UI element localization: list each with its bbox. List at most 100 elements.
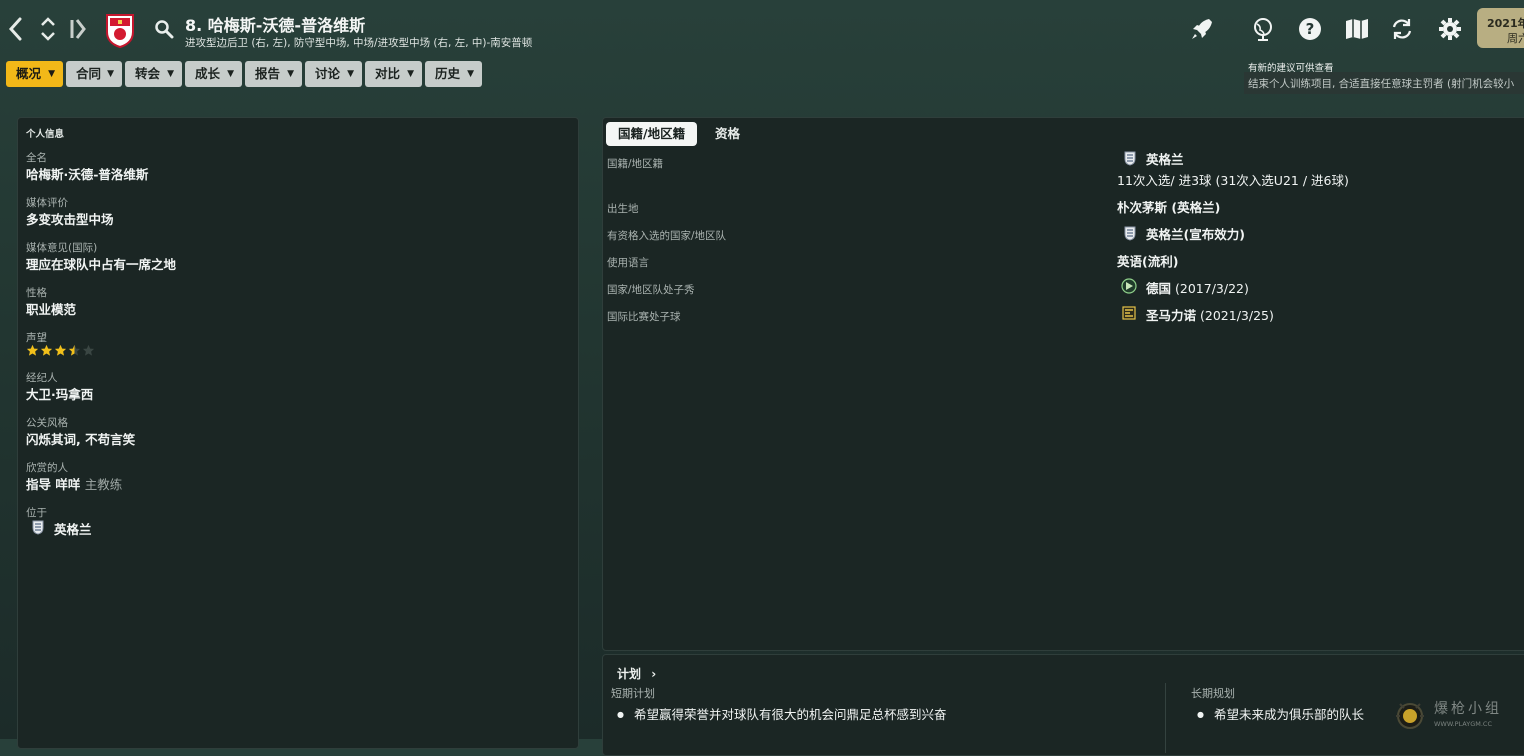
rocket-icon[interactable] [1189,16,1215,42]
plans-header[interactable]: 计划 › [617,665,656,682]
based-label: 位于 [26,507,47,519]
chevron-down-icon: ▼ [227,69,234,79]
tab-transfer[interactable]: 转会 ▼ [125,61,182,87]
media-desc-value: 多变攻击型中场 [26,212,114,227]
caps-value: 11次入选/ 进3球 (31次入选U21 / 进6球) [1117,173,1349,188]
germany-badge-icon [1121,278,1137,294]
tab-discuss[interactable]: 讨论 ▼ [305,61,362,87]
tab-nationality[interactable]: 国籍/地区籍 [606,122,698,146]
short-term-label: 短期计划 [611,687,655,700]
help-icon[interactable]: ? [1297,16,1323,42]
full-name-value: 哈梅斯·沃德-普洛维斯 [26,167,149,182]
star-icon [26,344,39,356]
eligible-value[interactable]: 英格兰(宣布效力) [1146,224,1245,243]
skip-icon [70,19,86,39]
media-opinion-label: 媒体意见(国际) [26,242,98,254]
favored-role: 主教练 [84,477,123,492]
tab-history[interactable]: 历史 ▼ [425,61,482,87]
long-term-label: 长期规划 [1191,687,1235,700]
full-name-label: 全名 [26,152,47,164]
star-icon [68,344,81,356]
favored-name[interactable]: 指导 咩咩 [26,477,80,492]
birthplace-value[interactable]: 朴次茅斯 (英格兰) [1117,197,1220,216]
svg-text:?: ? [1306,20,1315,38]
plans-title: 计划 [617,667,642,681]
tab-compare[interactable]: 对比 ▼ [365,61,422,87]
based-value[interactable]: 英格兰 [54,519,92,538]
star-icon [82,344,95,356]
reputation-stars [26,344,106,358]
media-opinion-value: 理应在球队中占有一席之地 [26,257,177,272]
media-desc-label: 媒体评价 [26,197,68,209]
debut-team[interactable]: 德国 [1146,281,1171,296]
goal-team[interactable]: 圣马力诺 [1146,308,1196,323]
nationality-panel: 国籍/地区籍 资格 国籍/地区籍 英格兰 11次入选/ 进3球 (31次入选U2… [602,117,1524,651]
tab-overview[interactable]: 概况 ▼ [6,61,63,87]
star-icon [40,344,53,356]
refresh-icon[interactable] [1389,16,1415,42]
notice-box[interactable]: 结束个人训练项目, 合适直接任意球主罚者 (射门机会较小 [1244,72,1524,94]
plans-panel: 计划 › 短期计划 希望赢得荣誉并对球队有很大的机会问鼎足总杯感到兴奋 长期规划… [602,654,1524,756]
england-badge-icon [1124,151,1136,166]
tab-label: 成长 [195,66,221,81]
map-book-icon[interactable] [1344,16,1370,42]
watermark-url: WWW.PLAYGM.CC [1434,720,1492,728]
player-title: 8. 哈梅斯-沃德-普洛维斯 [185,16,366,35]
settings-gear-icon[interactable] [1437,16,1463,42]
search-icon[interactable] [154,19,174,39]
debut-label: 国家/地区队处子秀 [607,284,695,296]
tab-contract[interactable]: 合同 ▼ [66,61,122,87]
chevron-down-icon: ▼ [347,69,354,79]
san-marino-badge-icon [1122,306,1136,320]
language-value: 英语(流利) [1117,254,1179,269]
chevron-down-icon: ▼ [287,69,294,79]
first-goal-value: 圣马力诺 (2021/3/25) [1146,305,1274,324]
date-line-2: 周六 [1507,32,1524,45]
date-widget[interactable]: 2021年 周六 [1477,8,1524,48]
debut-value: 德国 (2017/3/22) [1146,278,1249,297]
notice-text: 结束个人训练项目, 合适直接任意球主罚者 (射门机会较小 [1248,78,1515,90]
tab-eligibility[interactable]: 资格 [703,122,752,146]
back-button[interactable] [4,14,28,44]
debut-date: (2017/3/22) [1175,281,1249,296]
chevron-down-icon: ▼ [167,69,174,79]
star-icon [54,344,67,356]
eligible-label: 有资格入选的国家/地区队 [607,230,727,242]
favored-label: 欣赏的人 [26,462,68,474]
globe-icon[interactable] [1250,16,1276,42]
nationality-value[interactable]: 英格兰 [1146,149,1184,168]
language-label: 使用语言 [607,257,649,269]
player-positions: 进攻型边后卫 (右, 左), 防守型中场, 中场/进攻型中场 (右, 左, 中)… [185,37,533,49]
skip-button[interactable] [66,14,90,44]
watermark-text: 爆枪小组 [1434,701,1502,717]
watermark-emblem-icon [1396,703,1424,729]
tab-label: 历史 [435,66,461,81]
nationality-label: 国籍/地区籍 [607,158,664,170]
chevron-up-down-icon [41,17,55,41]
chevron-down-icon: ▼ [467,69,474,79]
tab-label: 转会 [135,66,161,81]
chevron-left-icon [8,17,22,41]
tab-reports[interactable]: 报告 ▼ [245,61,302,87]
birthplace-label: 出生地 [607,203,639,215]
watermark-logo: 爆枪小组 WWW.PLAYGM.CC [1390,694,1520,734]
personal-info-panel: 个人信息 全名 哈梅斯·沃德-普洛维斯 媒体评价 多变攻击型中场 媒体意见(国际… [17,117,579,749]
tab-label: 报告 [255,66,281,81]
reputation-label: 声望 [26,332,47,344]
goal-date: (2021/3/25) [1200,308,1274,323]
club-crest-icon[interactable] [104,12,136,48]
section-title: 个人信息 [26,129,65,140]
england-badge-icon [32,520,44,535]
chevron-down-icon: ▼ [407,69,414,79]
tab-label: 对比 [375,66,401,81]
prev-next-button[interactable] [36,14,60,44]
tab-label: 合同 [76,66,102,81]
tab-label: 概况 [16,66,42,81]
chevron-down-icon: ▼ [107,69,114,79]
long-term-item: 希望未来成为俱乐部的队长 [1197,704,1364,723]
favored-person: 指导 咩咩 主教练 [26,474,122,493]
england-badge-icon [1124,226,1136,241]
agent-value[interactable]: 大卫·玛拿西 [26,384,93,403]
tab-label: 讨论 [315,66,341,81]
tab-development[interactable]: 成长 ▼ [185,61,242,87]
